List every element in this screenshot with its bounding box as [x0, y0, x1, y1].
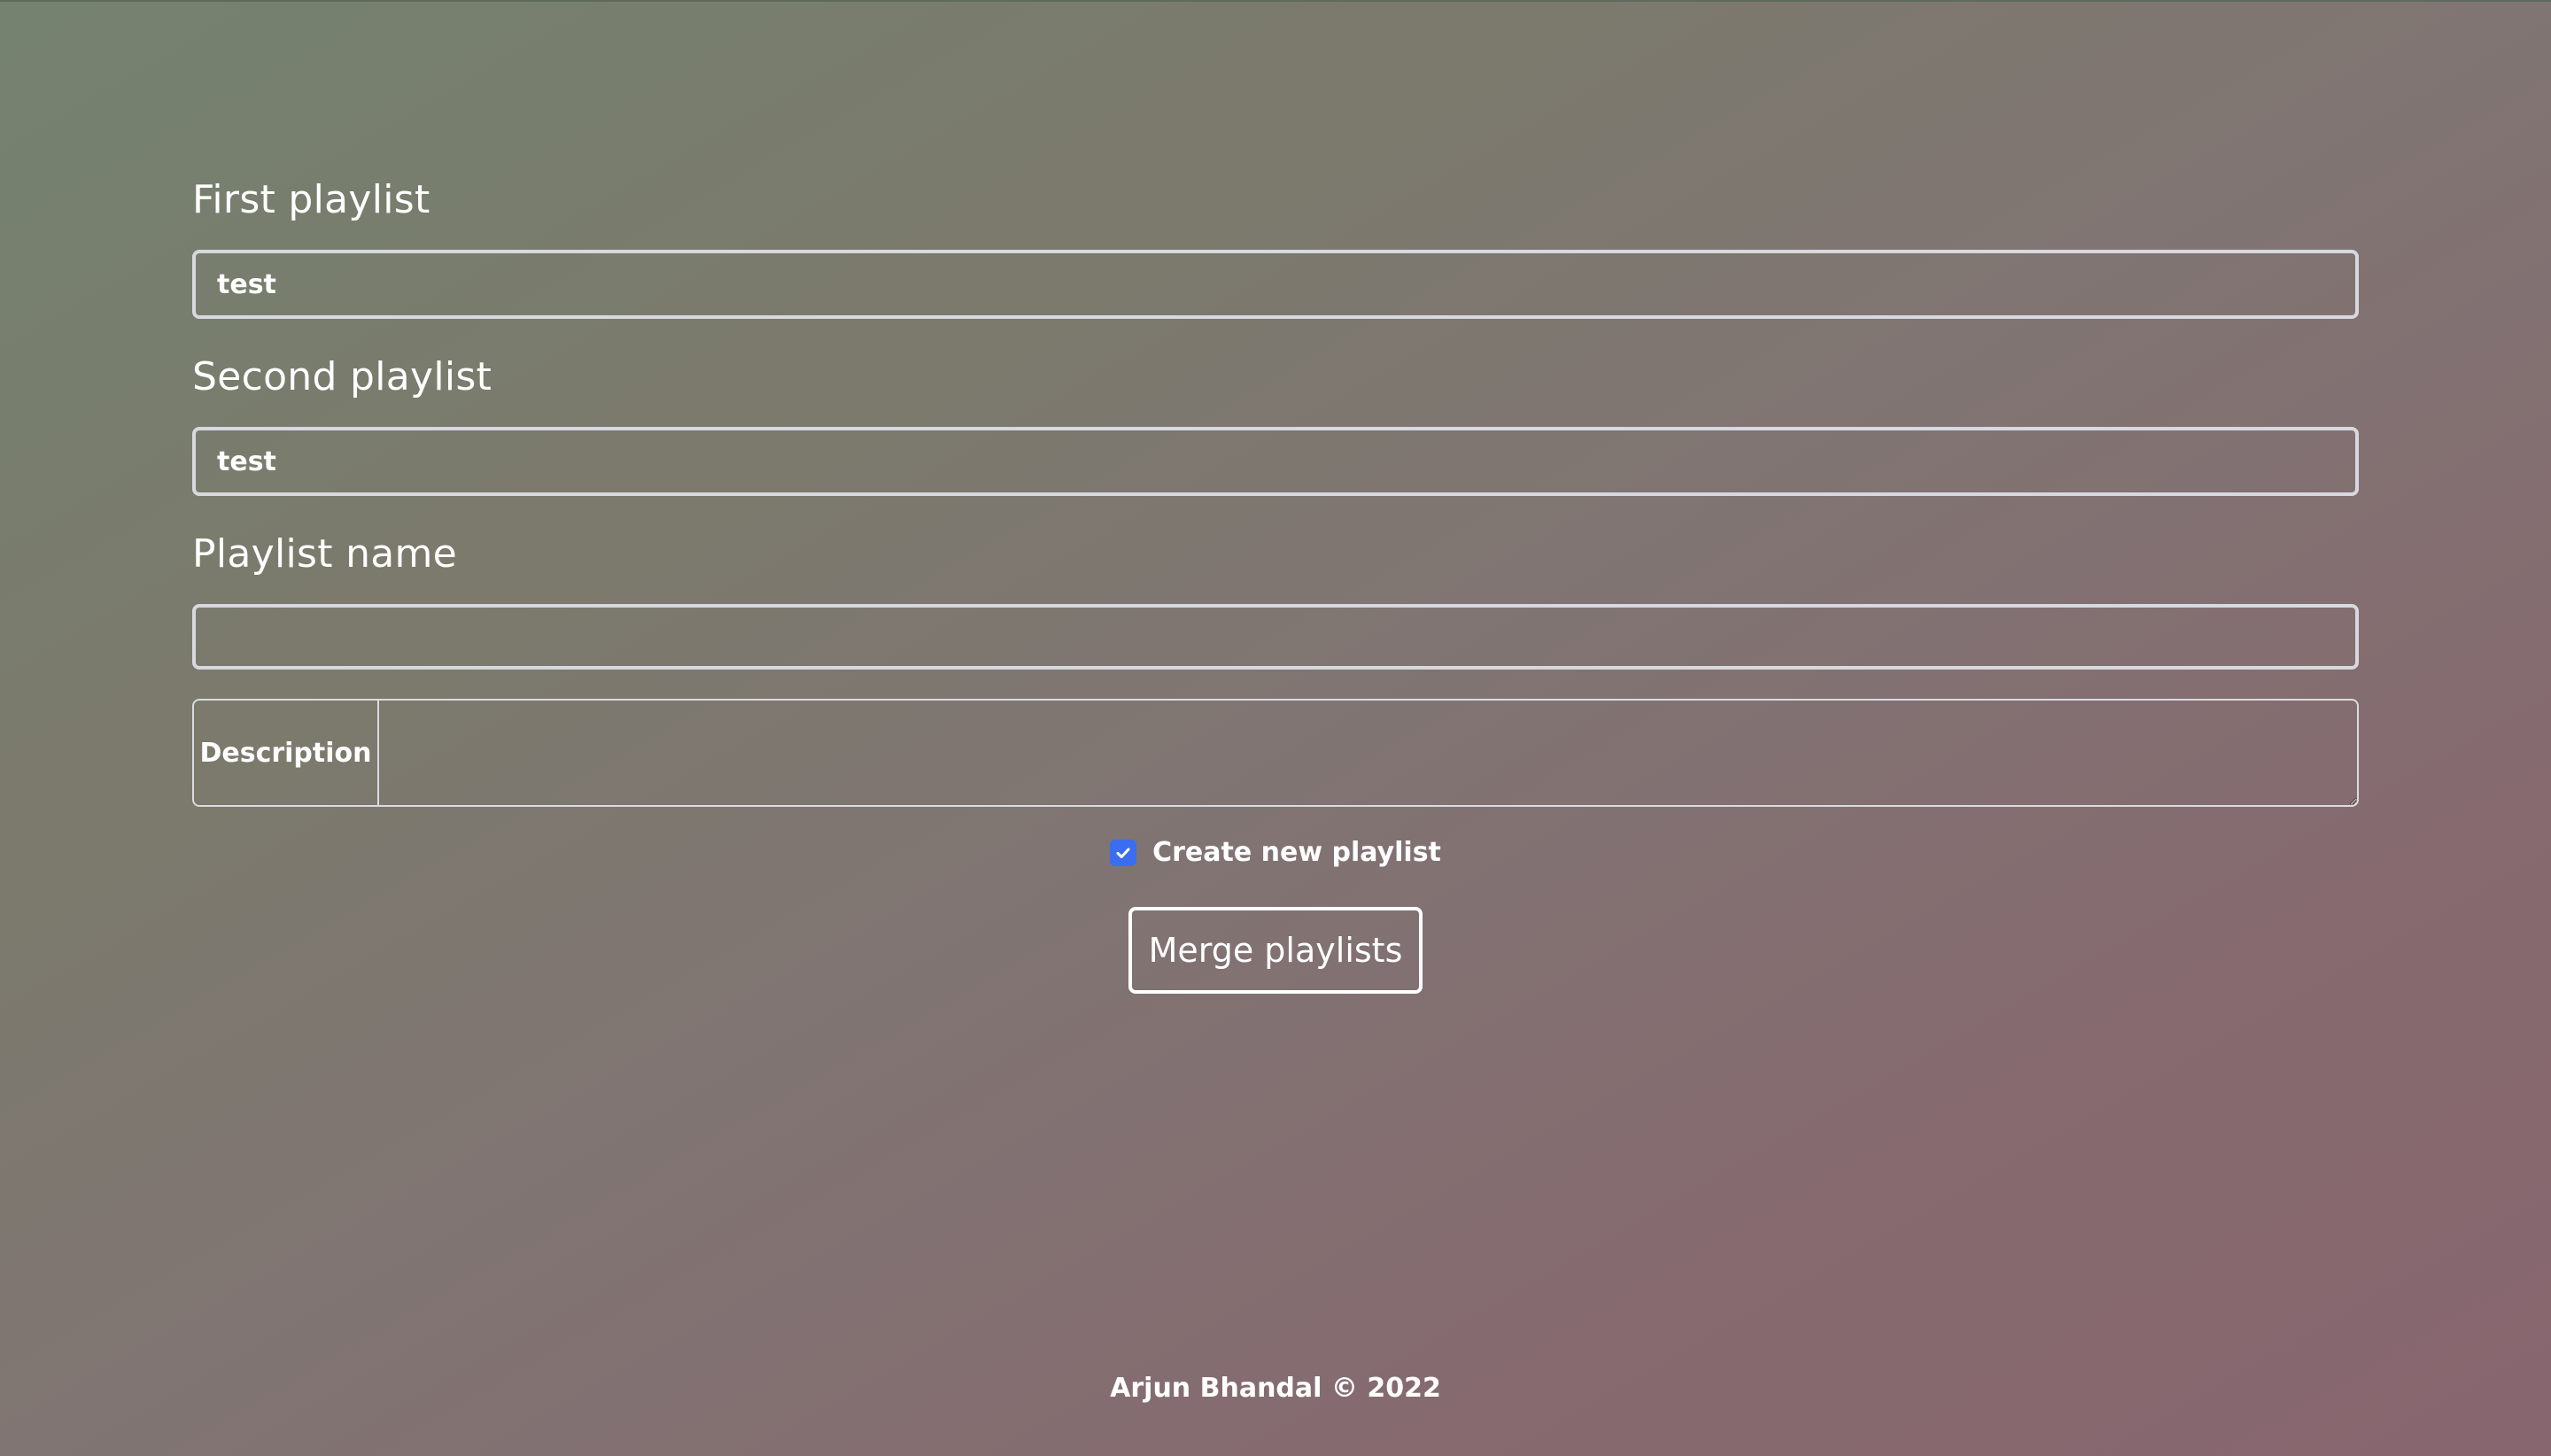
- footer-copyright: Arjun Bhandal © 2022: [1110, 1373, 1441, 1404]
- create-new-playlist-row: Create new playlist: [192, 837, 2359, 868]
- check-icon: [1116, 848, 1130, 858]
- merge-playlists-form: First playlist Second playlist Playlist …: [192, 0, 2359, 1456]
- merge-playlists-button[interactable]: Merge playlists: [1128, 907, 1423, 994]
- create-new-playlist-checkbox[interactable]: [1110, 839, 1137, 866]
- playlist-name-input[interactable]: [192, 604, 2359, 670]
- second-playlist-input[interactable]: [192, 427, 2359, 496]
- description-group: Description: [192, 699, 2359, 807]
- first-playlist-input[interactable]: [192, 250, 2359, 319]
- first-playlist-label: First playlist: [192, 177, 430, 222]
- description-label: Description: [194, 701, 379, 805]
- playlist-name-label: Playlist name: [192, 531, 458, 577]
- create-new-playlist-label[interactable]: Create new playlist: [1152, 837, 1441, 868]
- second-playlist-label: Second playlist: [192, 354, 492, 399]
- description-textarea[interactable]: [379, 701, 2357, 805]
